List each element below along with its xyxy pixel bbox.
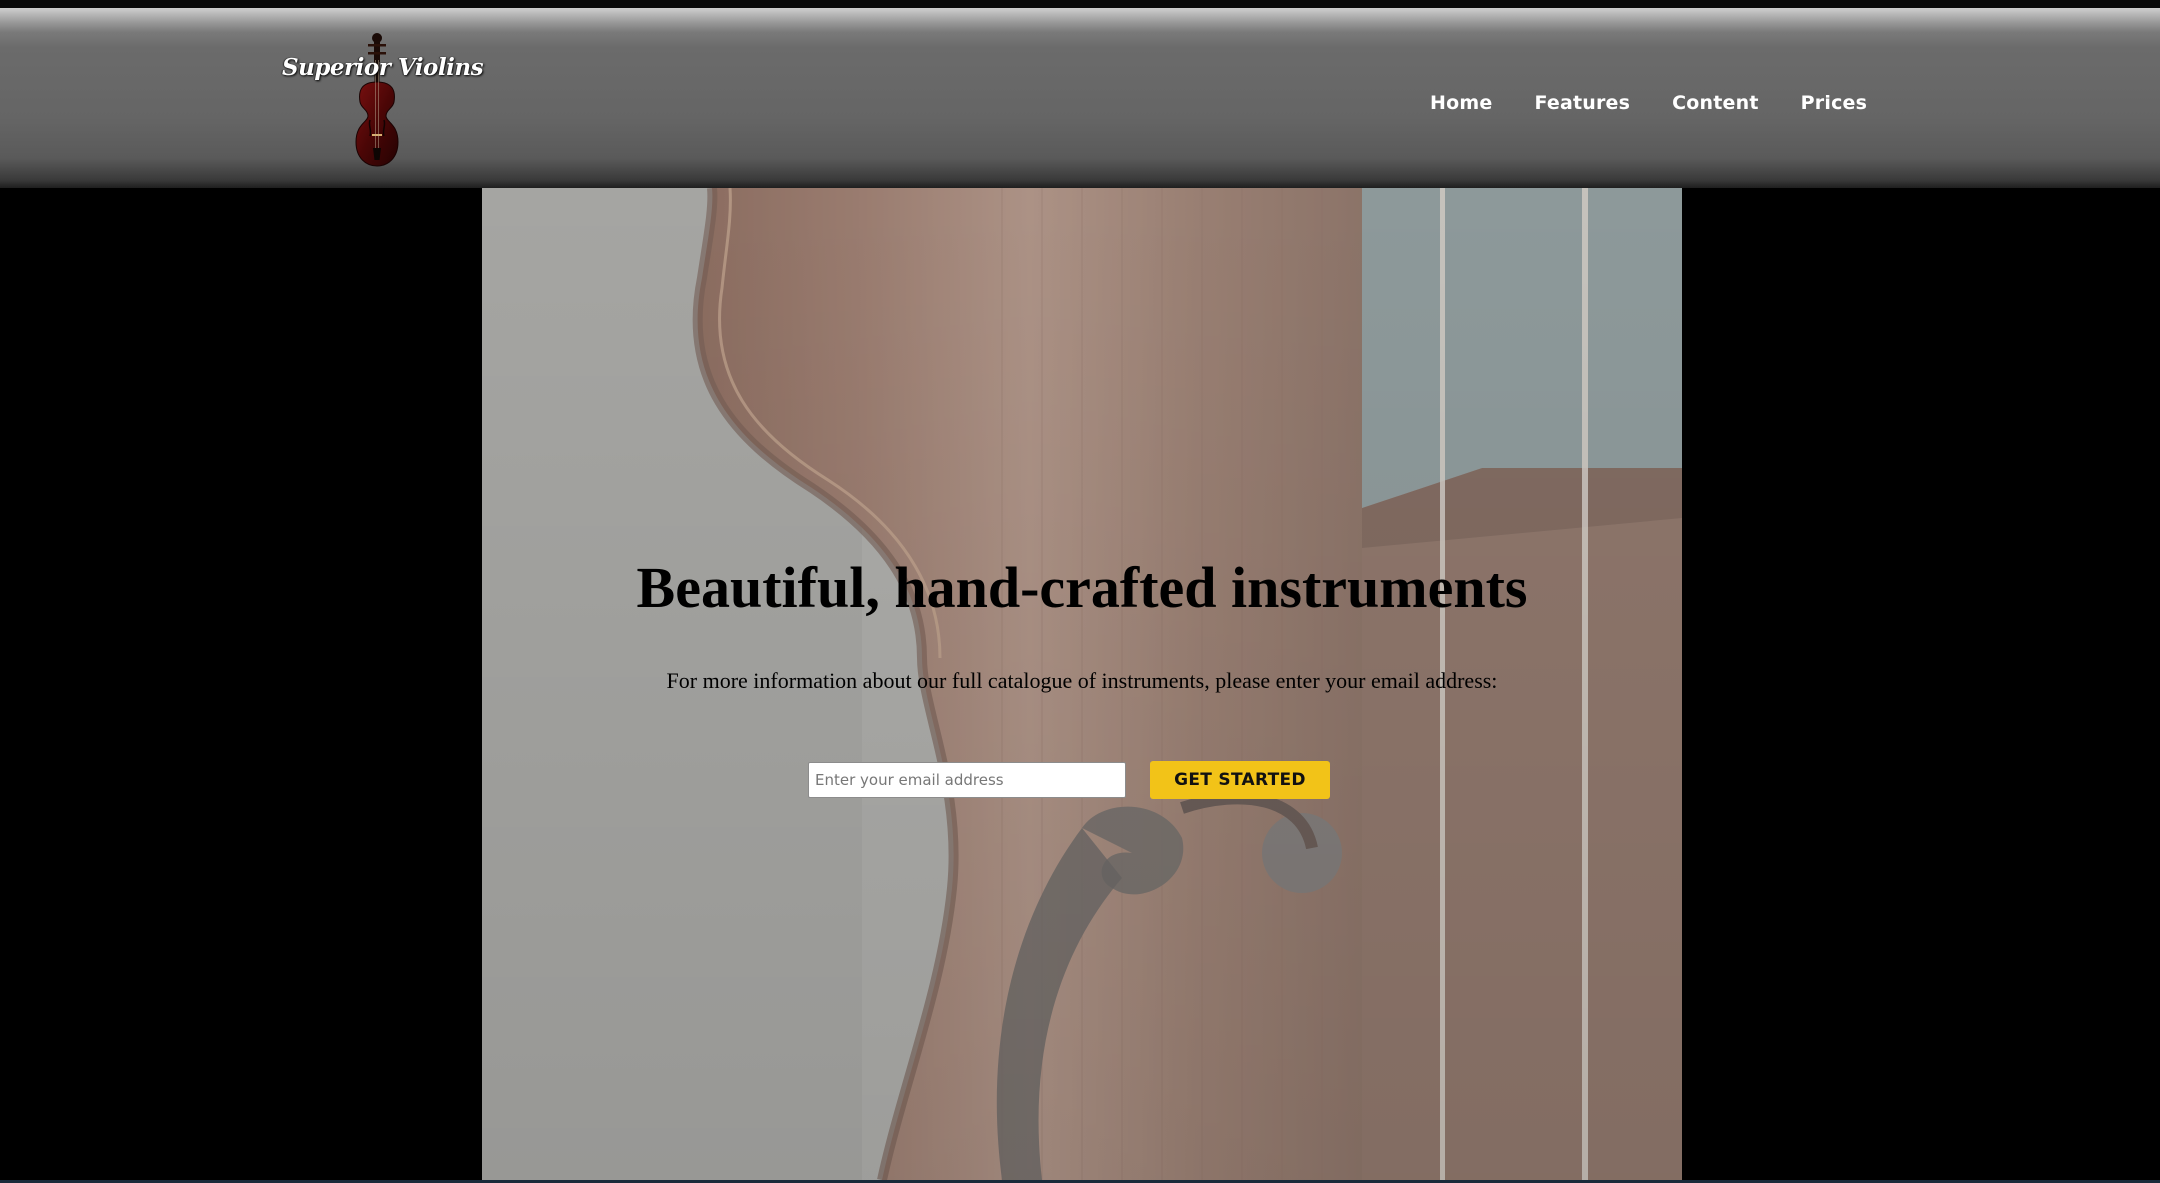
brand-logo[interactable]: Superior Violins	[282, 30, 484, 168]
hero-section: Beautiful, hand-crafted instruments For …	[482, 188, 1682, 1180]
violin-icon	[355, 33, 399, 167]
nav-item-home[interactable]: Home	[1430, 92, 1492, 122]
signup-form: GET STARTED	[808, 760, 1330, 800]
email-input[interactable]	[808, 762, 1126, 798]
nav-item-prices[interactable]: Prices	[1801, 92, 1867, 122]
main-nav: Home Features Content Prices	[1430, 92, 1909, 122]
hero-title: Beautiful, hand-crafted instruments	[636, 555, 1528, 620]
nav-item-content[interactable]: Content	[1672, 92, 1759, 122]
nav-item-features[interactable]: Features	[1534, 92, 1630, 122]
brand-name: Superior Violins	[282, 54, 484, 81]
hero-description: For more information about our full cata…	[666, 668, 1498, 693]
window-top-strip	[0, 0, 2160, 8]
site-header: Superior Violins Home Features Content P…	[0, 8, 2160, 188]
get-started-button[interactable]: GET STARTED	[1150, 761, 1330, 799]
